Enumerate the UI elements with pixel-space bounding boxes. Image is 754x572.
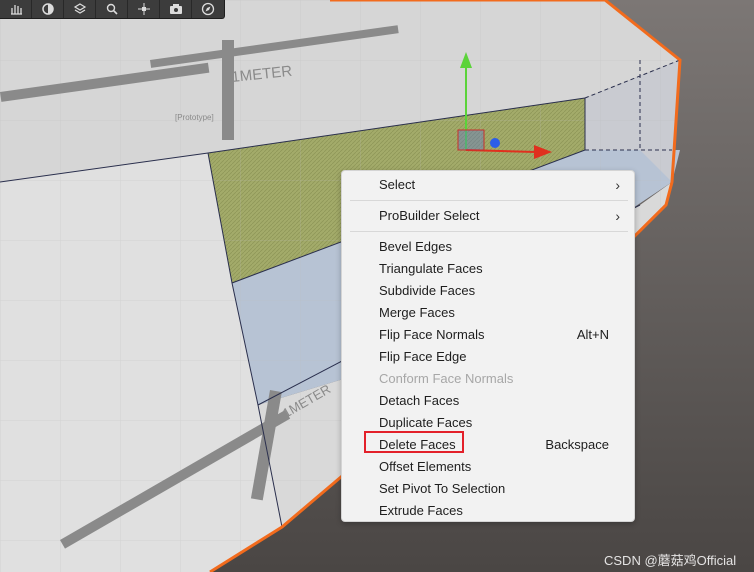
chevron-right-icon: ›	[615, 177, 620, 193]
menu-item-conform-face-normals: Conform Face Normals	[342, 368, 634, 390]
menu-item-merge-faces[interactable]: Merge Faces	[342, 302, 634, 324]
move-gizmo-icon[interactable]	[128, 0, 160, 18]
compass-icon[interactable]	[192, 0, 224, 18]
prototype-label: [Prototype]	[175, 113, 214, 122]
menu-item-triangulate-faces[interactable]: Triangulate Faces	[342, 258, 634, 280]
menu-item-subdivide-faces[interactable]: Subdivide Faces	[342, 280, 634, 302]
menu-item-label: Set Pivot To Selection	[379, 481, 506, 496]
menu-item-label: Flip Face Normals	[379, 327, 485, 342]
hand-tool-icon[interactable]	[0, 0, 32, 18]
watermark: CSDN @蘑菇鸡Official	[604, 553, 737, 568]
menu-item-probuilder-select[interactable]: ProBuilder Select ›	[342, 205, 634, 227]
menu-separator	[350, 200, 628, 201]
menu-item-label: Detach Faces	[379, 393, 460, 408]
menu-item-extrude-faces[interactable]: Extrude Faces	[342, 500, 634, 522]
menu-item-label: Merge Faces	[379, 305, 455, 320]
menu-item-label: Subdivide Faces	[379, 283, 476, 298]
menu-item-detach-faces[interactable]: Detach Faces	[342, 390, 634, 412]
menu-item-flip-face-edge[interactable]: Flip Face Edge	[342, 346, 634, 368]
menu-item-shortcut: Alt+N	[576, 327, 609, 342]
camera-icon[interactable]	[160, 0, 192, 18]
context-menu: Select › ProBuilder Select › Bevel Edges…	[341, 170, 635, 522]
chevron-right-icon: ›	[615, 208, 620, 224]
menu-item-bevel-edges[interactable]: Bevel Edges	[342, 236, 634, 258]
sphere-icon[interactable]	[32, 0, 64, 18]
menu-item-set-pivot-to-selection[interactable]: Set Pivot To Selection	[342, 478, 634, 500]
menu-item-label: Triangulate Faces	[379, 261, 483, 276]
menu-item-label: Conform Face Normals	[379, 371, 514, 386]
menu-item-label: Bevel Edges	[379, 239, 452, 254]
menu-item-label: Offset Elements	[379, 459, 472, 474]
menu-item-label: Flip Face Edge	[379, 349, 467, 364]
menu-item-flip-face-normals[interactable]: Flip Face Normals Alt+N	[342, 324, 634, 346]
menu-item-label: Select	[379, 177, 416, 192]
menu-item-label: Extrude Faces	[379, 503, 463, 518]
scene-toolbar	[0, 0, 225, 19]
search-icon[interactable]	[96, 0, 128, 18]
menu-item-offset-elements[interactable]: Offset Elements	[342, 456, 634, 478]
menu-item-select[interactable]: Select ›	[342, 174, 634, 196]
menu-item-label: ProBuilder Select	[379, 208, 480, 223]
menu-separator	[350, 231, 628, 232]
layers-icon[interactable]	[64, 0, 96, 18]
menu-item-shortcut: Backspace	[545, 437, 609, 452]
annotation-highlight-box	[364, 431, 464, 453]
